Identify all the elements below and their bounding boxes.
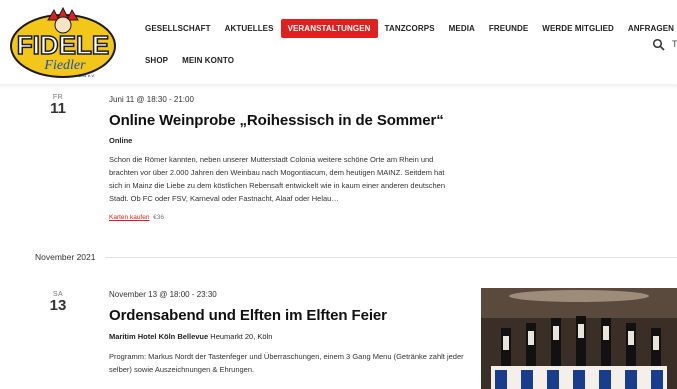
secondary-nav: Shop Mein Konto xyxy=(138,51,241,70)
event-item: November 13 @ 18:00 - 23:30 Ordensabend … xyxy=(109,290,469,376)
event-item: Juni 11 @ 18:30 - 21:00 Online Weinprobe… xyxy=(109,95,454,221)
event-day: 13 xyxy=(49,297,67,314)
event-date-badge: Sa 13 xyxy=(38,291,78,314)
nav-media[interactable]: Media xyxy=(442,19,482,38)
event-time: November 13 @ 18:00 - 23:30 xyxy=(109,290,217,299)
event-title[interactable]: Online Weinprobe „Roihessisch in de Somm… xyxy=(109,112,454,129)
event-price: €36 xyxy=(153,214,164,221)
event-time: Juni 11 @ 18:30 - 21:00 xyxy=(109,95,194,104)
event-description: Programm: Markus Nordt der Tastenfeger u… xyxy=(109,352,464,374)
event-venue: Online xyxy=(109,136,454,145)
event-venue-name: Online xyxy=(109,136,133,145)
site-header: FIDELE Fiedler 1891 e.V. Gesellschaft Ak… xyxy=(0,0,677,84)
nav-freunde[interactable]: Freunde xyxy=(482,19,535,38)
nav-mein-konto[interactable]: Mein Konto xyxy=(175,51,241,70)
event-date-badge: Fr 11 xyxy=(38,94,78,117)
svg-text:1891 e.V.: 1891 e.V. xyxy=(78,73,95,78)
event-meta: Karten kaufen €36 xyxy=(109,214,454,221)
event-day: 11 xyxy=(50,100,66,117)
ticket-link[interactable]: Karten kaufen xyxy=(109,214,149,221)
nav-veranstaltungen[interactable]: Veranstaltungen xyxy=(280,19,378,38)
header-shadow xyxy=(0,84,677,90)
month-divider xyxy=(105,256,677,258)
svg-text:Fiedler: Fiedler xyxy=(43,58,86,73)
event-title[interactable]: Ordensabend und Elften im Elften Feier xyxy=(109,307,469,324)
nav-anfragen[interactable]: Anfragen xyxy=(621,19,677,38)
month-label: November 2021 xyxy=(35,252,96,262)
main-nav: Gesellschaft Aktuelles Veranstaltungen T… xyxy=(138,19,677,38)
nav-aktuelles[interactable]: Aktuelles xyxy=(218,19,281,38)
cart-icon-partial[interactable]: T xyxy=(672,39,677,49)
nav-tanzcorps[interactable]: Tanzcorps xyxy=(378,19,442,38)
fidele-fiedler-logo[interactable]: FIDELE Fiedler 1891 e.V. xyxy=(8,6,118,80)
search-icon[interactable] xyxy=(652,38,666,52)
event-description: Schon die Römer kannten, neben unserer M… xyxy=(109,155,446,203)
month-separator: November 2021 xyxy=(35,252,677,262)
event-photo[interactable] xyxy=(481,288,677,389)
event-venue-name[interactable]: Maritim Hotel Köln Bellevue xyxy=(109,332,208,341)
svg-text:FIDELE: FIDELE xyxy=(17,30,109,60)
nav-gesellschaft[interactable]: Gesellschaft xyxy=(138,19,218,38)
nav-shop[interactable]: Shop xyxy=(138,51,175,70)
nav-werde-mitglied[interactable]: Werde Mitglied xyxy=(535,19,621,38)
event-venue: Maritim Hotel Köln Bellevue Heumarkt 20,… xyxy=(109,332,469,341)
event-venue-address: Heumarkt 20, Köln xyxy=(210,332,273,341)
